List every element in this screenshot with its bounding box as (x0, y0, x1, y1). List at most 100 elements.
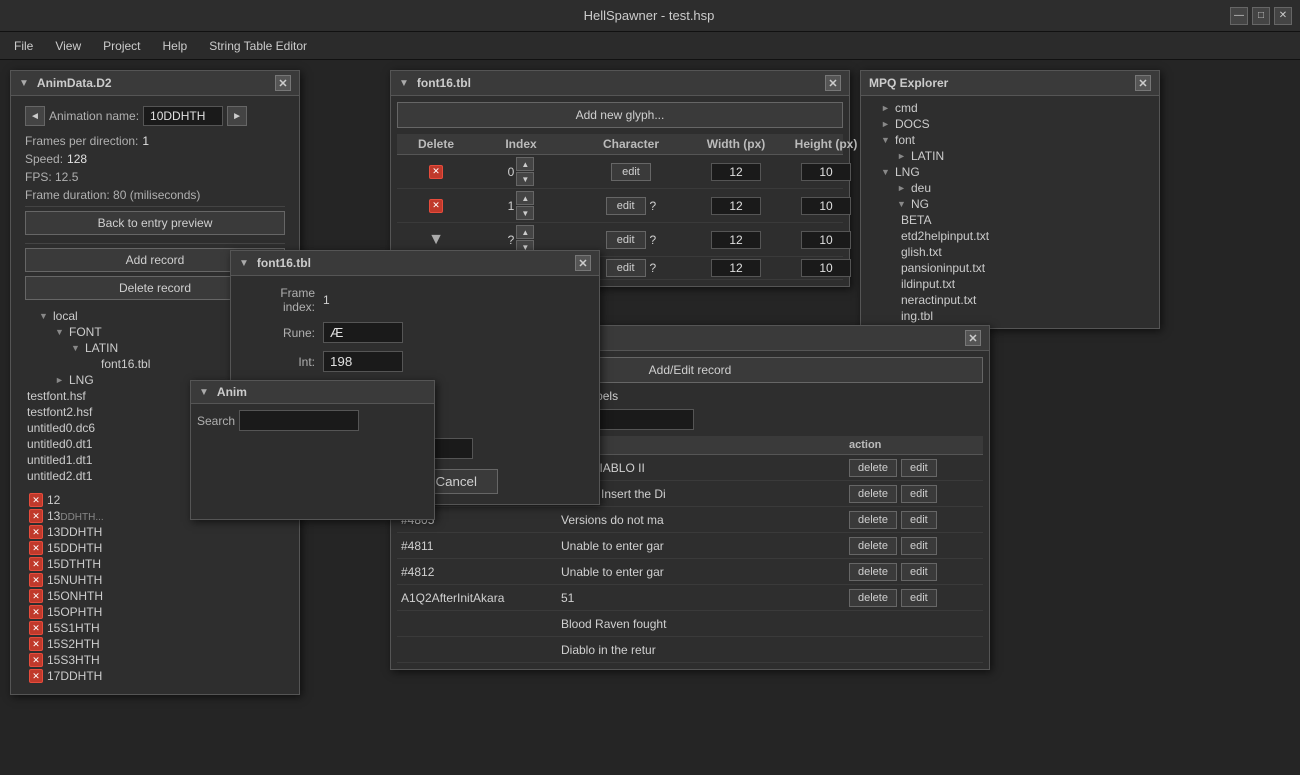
font16-row-0: ✕ 0 ▲ ▼ edit 12 10 (397, 155, 843, 189)
index-up-button[interactable]: ▲ (516, 157, 534, 171)
index-up-button[interactable]: ▲ (516, 225, 534, 239)
collapse-triangle-icon: ▼ (19, 78, 29, 89)
delete-item-button[interactable]: ✕ (29, 525, 43, 539)
next-animation-button[interactable]: ► (227, 106, 247, 126)
delete-item-button[interactable]: ✕ (29, 605, 43, 619)
fps-row: FPS: 12.5 (25, 170, 285, 184)
close-window-button[interactable]: ✕ (1274, 7, 1292, 25)
delete-item-button[interactable]: ✕ (29, 557, 43, 571)
list-row-15nuhth[interactable]: ✕ 15NUHTH (25, 572, 285, 588)
mpq-item-beta[interactable]: BETA (897, 212, 1155, 228)
mpq-item-etd2[interactable]: etd2helpinput.txt (897, 228, 1155, 244)
delete-glyph-button[interactable]: ✕ (429, 165, 443, 179)
string-row-diablo-return: Diablo in the retur (397, 637, 983, 663)
menu-file[interactable]: File (4, 35, 43, 57)
index-up-button[interactable]: ▲ (516, 191, 534, 205)
anim-data-panel-title: AnimData.D2 (37, 76, 112, 90)
int-input[interactable] (323, 351, 403, 372)
edit-glyph-button[interactable]: edit (611, 163, 651, 181)
index-down-button[interactable]: ▼ (516, 172, 534, 186)
mpq-explorer-panel: MPQ Explorer ✕ ► cmd ► DOCS ▼ font ► (860, 70, 1160, 329)
index-down-button[interactable]: ▼ (516, 206, 534, 220)
delete-item-button[interactable]: ✕ (29, 589, 43, 603)
anim-search-input[interactable] (239, 410, 359, 431)
list-row-15dthth[interactable]: ✕ 15DTHTH (25, 556, 285, 572)
string-panel-close-button[interactable]: ✕ (965, 330, 981, 346)
delete-item-button[interactable]: ✕ (29, 573, 43, 587)
menu-help[interactable]: Help (153, 35, 198, 57)
col-height: Height (px) (781, 137, 871, 151)
edit-record-button[interactable]: edit (901, 459, 937, 477)
frames-per-direction-row: Frames per direction: 1 (25, 134, 285, 148)
rune-input[interactable] (323, 322, 403, 343)
edit-glyph-button[interactable]: edit (606, 197, 646, 215)
speed-row: Speed: 128 (25, 152, 285, 166)
frames-label: Frames per direction: (25, 134, 138, 148)
mpq-tree-item-font[interactable]: ▼ font (865, 132, 1155, 148)
anim-sub-panel-header: ▼ Anim (191, 381, 434, 404)
list-row-15s1hth[interactable]: ✕ 15S1HTH (25, 620, 285, 636)
int-row: Int: (245, 351, 585, 372)
list-row-13ddhth-2[interactable]: ✕ 13DDHTH (25, 524, 285, 540)
edit-record-button[interactable]: edit (901, 485, 937, 503)
prev-animation-button[interactable]: ◄ (25, 106, 45, 126)
font16-close-button[interactable]: ✕ (825, 75, 841, 91)
menu-view[interactable]: View (45, 35, 91, 57)
delete-item-button[interactable]: ✕ (29, 637, 43, 651)
edit-record-button[interactable]: edit (901, 563, 937, 581)
mpq-tree-item-latin[interactable]: ► LATIN (881, 148, 1155, 164)
anim-data-close-button[interactable]: ✕ (275, 75, 291, 91)
delete-record-button[interactable]: delete (849, 459, 897, 477)
delete-item-button[interactable]: ✕ (29, 493, 43, 507)
mpq-tree-item-ng[interactable]: ▼ NG (881, 196, 1155, 212)
list-row-15s2hth[interactable]: ✕ 15S2HTH (25, 636, 285, 652)
maximize-button[interactable]: □ (1252, 7, 1270, 25)
delete-record-button[interactable]: delete (849, 511, 897, 529)
mpq-tree-item-cmd[interactable]: ► cmd (865, 100, 1155, 116)
delete-item-button[interactable]: ✕ (29, 541, 43, 555)
anim-sub-panel-body: Search (191, 404, 434, 441)
edit-glyph-button[interactable]: edit (606, 231, 646, 249)
menu-string-table-editor[interactable]: String Table Editor (199, 35, 317, 57)
action-cell: delete edit (849, 485, 979, 503)
add-glyph-button[interactable]: Add new glyph... (397, 102, 843, 128)
mpq-item-neract[interactable]: neractinput.txt (897, 292, 1155, 308)
index-value: 0 (508, 165, 515, 179)
list-row-15s3hth[interactable]: ✕ 15S3HTH (25, 652, 285, 668)
window-title: HellSpawner - test.hsp (68, 8, 1230, 23)
char-value: ? (650, 199, 657, 213)
minimize-button[interactable]: — (1230, 7, 1248, 25)
mpq-tree-item-lng[interactable]: ▼ LNG (865, 164, 1155, 180)
back-to-preview-button[interactable]: Back to entry preview (25, 211, 285, 235)
value-cell: Unable to enter gar (561, 539, 849, 553)
mpq-item-glish[interactable]: glish.txt (897, 244, 1155, 260)
list-row-15ophth[interactable]: ✕ 15OPHTH (25, 604, 285, 620)
edit-glyph-button[interactable]: edit (606, 259, 646, 277)
mpq-item-ing[interactable]: ing.tbl (897, 308, 1155, 324)
delete-record-button[interactable]: delete (849, 485, 897, 503)
list-row-15ddhth[interactable]: ✕ 15DDHTH (25, 540, 285, 556)
delete-item-button[interactable]: ✕ (29, 621, 43, 635)
delete-record-button[interactable]: delete (849, 589, 897, 607)
edit-record-button[interactable]: edit (901, 511, 937, 529)
key-cell: A1Q2AfterInitAkara (401, 591, 561, 605)
mpq-tree-item-docs[interactable]: ► DOCS (865, 116, 1155, 132)
delete-record-button[interactable]: delete (849, 537, 897, 555)
delete-item-button[interactable]: ✕ (29, 509, 43, 523)
char-value: ? (650, 261, 657, 275)
font-edit-close-button[interactable]: ✕ (575, 255, 591, 271)
mpq-item-pansion[interactable]: pansioninput.txt (897, 260, 1155, 276)
delete-item-button[interactable]: ✕ (29, 653, 43, 667)
edit-record-button[interactable]: edit (901, 589, 937, 607)
delete-record-button[interactable]: delete (849, 563, 897, 581)
mpq-item-ild[interactable]: ildinput.txt (897, 276, 1155, 292)
delete-glyph-button[interactable]: ✕ (429, 199, 443, 213)
menu-project[interactable]: Project (93, 35, 150, 57)
list-row-17ddhth[interactable]: ✕ 17DDHTH (25, 668, 285, 684)
mpq-tree-item-deu[interactable]: ► deu (881, 180, 1155, 196)
delete-item-button[interactable]: ✕ (29, 669, 43, 683)
edit-record-button[interactable]: edit (901, 537, 937, 555)
mpq-panel-close-button[interactable]: ✕ (1135, 75, 1151, 91)
list-row-15onhth[interactable]: ✕ 15ONHTH (25, 588, 285, 604)
expand-icon: ▼ (39, 311, 49, 321)
